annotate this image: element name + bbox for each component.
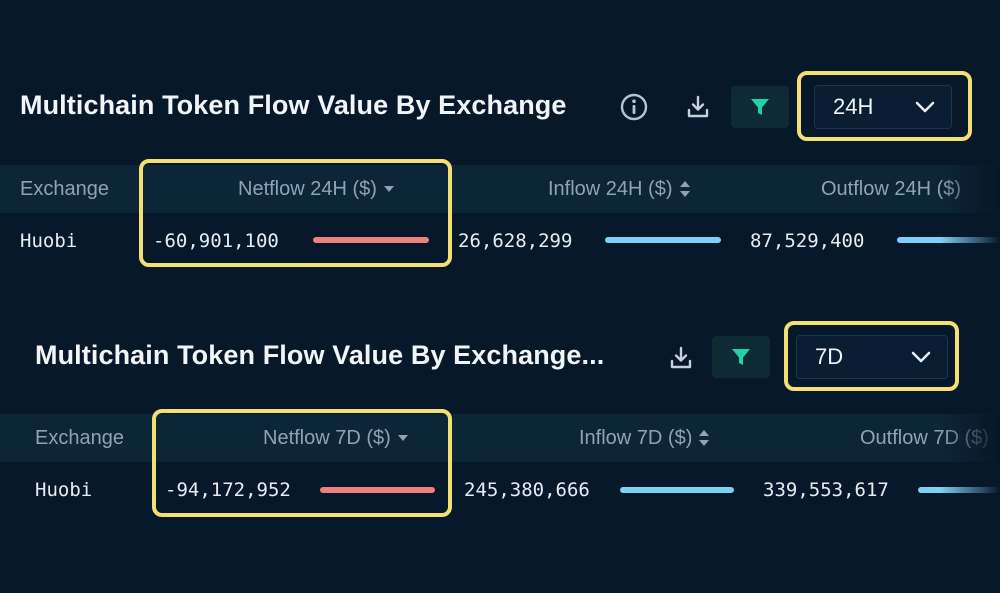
sort-descending-icon <box>383 186 394 192</box>
cell-inflow: 26,628,299 <box>458 230 573 252</box>
column-header-inflow[interactable]: Inflow 24H ($) <box>548 165 691 213</box>
column-header-exchange[interactable]: Exchange <box>35 414 124 462</box>
panel-title: Multichain Token Flow Value By Exchange.… <box>35 340 605 370</box>
download-button[interactable] <box>678 87 718 127</box>
filter-icon <box>751 99 769 115</box>
column-header-netflow[interactable]: Netflow 7D ($) <box>263 414 409 462</box>
filter-icon <box>732 349 750 365</box>
period-select-value: 24H <box>833 94 874 119</box>
netflow-bar <box>313 237 429 243</box>
chevron-down-icon <box>915 101 935 113</box>
table-fade <box>940 165 1000 265</box>
token-flow-panel-7d: Multichain Token Flow Value By Exchange.… <box>0 290 1000 580</box>
chevron-down-icon <box>911 351 931 363</box>
table-header: Exchange Netflow 24H ($) Inflow 24H ($) … <box>0 165 1000 213</box>
sort-icon <box>679 181 690 197</box>
column-header-inflow[interactable]: Inflow 7D ($) <box>579 414 710 462</box>
column-header-netflow[interactable]: Netflow 24H ($) <box>238 165 395 213</box>
inflow-bar <box>620 487 734 493</box>
sort-icon <box>699 430 710 446</box>
period-select[interactable]: 7D <box>796 335 948 379</box>
download-icon <box>670 346 692 369</box>
panel-title: Multichain Token Flow Value By Exchange <box>20 90 567 120</box>
table-header: Exchange Netflow 7D ($) Inflow 7D ($) Ou… <box>0 414 1000 462</box>
sort-descending-icon <box>397 435 408 441</box>
cell-outflow: 339,553,617 <box>763 479 889 501</box>
filter-button[interactable] <box>712 336 770 378</box>
table-fade <box>940 414 1000 514</box>
download-button[interactable] <box>661 338 701 378</box>
period-select-value: 7D <box>815 344 844 369</box>
filter-button[interactable] <box>731 86 789 128</box>
netflow-bar <box>320 487 435 493</box>
period-select[interactable]: 24H <box>814 85 952 129</box>
cell-netflow: -60,901,100 <box>153 230 279 252</box>
cell-outflow: 87,529,400 <box>750 230 865 252</box>
cell-exchange: Huobi <box>20 230 78 252</box>
cell-exchange: Huobi <box>35 479 93 501</box>
cell-netflow: -94,172,952 <box>165 479 291 501</box>
inflow-bar <box>605 237 721 243</box>
cell-inflow: 245,380,666 <box>464 479 590 501</box>
info-icon[interactable] <box>620 93 648 121</box>
download-icon <box>687 95 709 118</box>
token-flow-panel-24h: Multichain Token Flow Value By Exchange … <box>0 0 1000 290</box>
column-header-exchange[interactable]: Exchange <box>20 165 109 213</box>
